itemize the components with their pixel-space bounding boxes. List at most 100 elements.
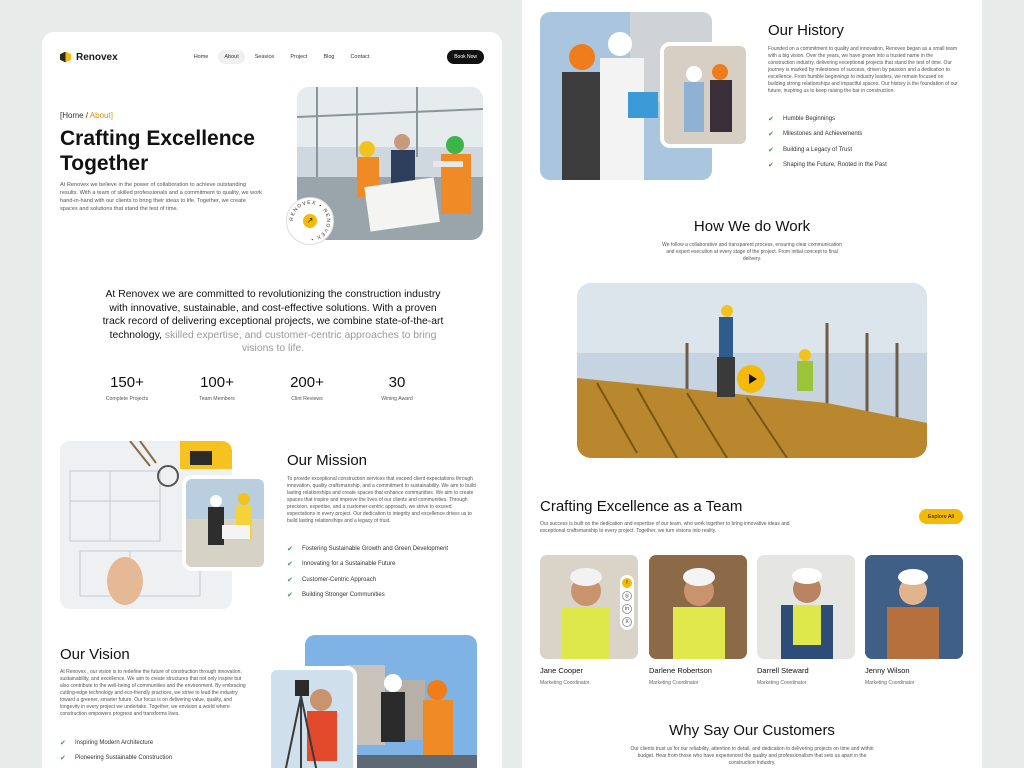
- team-card[interactable]: Darlene Robertson Marketing Coordinator: [649, 555, 747, 686]
- list-item-label: Building Stronger Communities: [302, 592, 385, 599]
- vision-text: At Renovex , our vision is to redefine t…: [60, 669, 246, 717]
- breadcrumb-current: About]: [89, 111, 113, 120]
- nav-service[interactable]: Seavice: [249, 50, 281, 64]
- vision-list: ✔ Inspiring Modern Architecture ✔ Pioneeri…: [60, 735, 172, 766]
- member-name: Jenny Wilson: [865, 666, 910, 675]
- rotating-badge[interactable]: RENOVEX • RENOVEX • ↗: [286, 197, 334, 245]
- member-name: Darrell Steward: [757, 666, 809, 675]
- list-item: ✔ Innovating for a Sustainable Future: [287, 557, 448, 573]
- stat-label: Clint Reviews: [291, 396, 323, 402]
- member-role: Marketing Coordinator: [540, 680, 590, 686]
- check-icon: ✔: [60, 739, 66, 747]
- member-name: Darlene Robertson: [649, 666, 712, 675]
- nav-contact[interactable]: Contact: [344, 50, 375, 64]
- team-card[interactable]: Darrell Steward Marketing Coordinator: [757, 555, 855, 686]
- company-statement: At Renovex we are committed to revolutio…: [97, 288, 449, 356]
- stat-projects: 150+ Complete Projects: [87, 374, 167, 402]
- statement-muted: skilled expertise, and customer-centric …: [162, 329, 437, 355]
- list-item: ✔ Building a Legacy of Trust: [768, 142, 887, 158]
- linkedin-icon[interactable]: in: [622, 604, 632, 614]
- stat-members: 100+ Team Members: [177, 374, 257, 402]
- work-video[interactable]: [577, 283, 927, 458]
- social-links: f ◎ in X: [620, 575, 634, 630]
- stat-awards: 30 Wining Award: [357, 374, 437, 402]
- main-menu: Home About Seavice Project Blog Contact: [188, 50, 376, 64]
- list-item-label: Shaping the Future, Rooted in the Past: [783, 162, 887, 169]
- play-icon: [748, 374, 757, 384]
- check-icon: ✔: [768, 146, 774, 154]
- history-title: Our History: [768, 22, 844, 39]
- check-icon: ✔: [287, 592, 293, 600]
- stat-value: 150+: [110, 374, 144, 391]
- stats-row: 150+ Complete Projects 100+ Team Members 2…: [87, 374, 437, 402]
- member-role: Marketing Coordinator: [649, 680, 699, 686]
- hero-text: At Renovex we believe in the power of co…: [60, 182, 262, 212]
- nav-project[interactable]: Project: [284, 50, 313, 64]
- team-card[interactable]: f ◎ in X Jane Cooper Marketing Coordinat…: [540, 555, 638, 686]
- stat-value: 200+: [290, 374, 324, 391]
- list-item: ✔ Milestones and Achievements: [768, 127, 887, 143]
- stat-reviews: 200+ Clint Reviews: [267, 374, 347, 402]
- list-item-label: Milestones and Achievements: [783, 131, 863, 138]
- facebook-icon[interactable]: f: [622, 578, 632, 588]
- list-item: ✔ Pioneering Sustainable Construction: [60, 751, 172, 767]
- breadcrumb: [Home / About]: [60, 111, 113, 120]
- stat-value: 100+: [200, 374, 234, 391]
- badge-text: RENOVEX • RENOVEX •: [289, 200, 330, 242]
- member-photo: [649, 555, 747, 659]
- about-page-right: Our History Founded on a commitment to q…: [522, 0, 982, 768]
- list-item-label: Pioneering Sustainable Construction: [75, 755, 173, 762]
- list-item: ✔ Fostering Sustainable Growth and Green …: [287, 541, 448, 557]
- nav-blog[interactable]: Blog: [317, 50, 340, 64]
- list-item: ✔ Inspiring Modern Architecture: [60, 735, 172, 751]
- check-icon: ✔: [768, 131, 774, 139]
- list-item-label: Humble Beginnings: [783, 115, 836, 122]
- logo-icon: [60, 51, 71, 63]
- explore-all-button[interactable]: Explore All: [919, 509, 963, 524]
- check-icon: ✔: [768, 115, 774, 123]
- team-text: Our success is built on the dedication a…: [540, 521, 790, 534]
- list-item-label: Building a Legacy of Trust: [783, 146, 853, 153]
- top-nav: Renovex Home About Seavice Project Blog …: [60, 44, 484, 70]
- team-card[interactable]: Jenny Wilson Marketing Coordinator: [865, 555, 963, 686]
- list-item-label: Innovating for a Sustainable Future: [302, 561, 396, 568]
- book-now-button[interactable]: Book Now: [447, 50, 484, 64]
- member-role: Marketing Coordinator: [865, 680, 915, 686]
- nav-home[interactable]: Home: [188, 50, 215, 64]
- stat-label: Wining Award: [381, 396, 413, 402]
- about-page-left: Renovex Home About Seavice Project Blog …: [42, 32, 502, 768]
- instagram-icon[interactable]: ◎: [622, 591, 632, 601]
- list-item: ✔ Shaping the Future, Rooted in the Past: [768, 158, 887, 174]
- list-item-label: Inspiring Modern Architecture: [75, 739, 154, 746]
- x-icon[interactable]: X: [622, 617, 632, 627]
- svg-text:RENOVEX • RENOVEX •: RENOVEX • RENOVEX •: [289, 200, 331, 242]
- badge-ring-text: RENOVEX • RENOVEX •: [289, 200, 331, 242]
- member-photo: [865, 555, 963, 659]
- check-icon: ✔: [60, 755, 66, 763]
- list-item-label: Fostering Sustainable Growth and Green D…: [302, 545, 449, 552]
- nav-about[interactable]: About: [218, 50, 245, 64]
- mission-list: ✔ Fostering Sustainable Growth and Green …: [287, 541, 448, 603]
- stat-label: Complete Projects: [105, 396, 149, 402]
- stat-value: 30: [388, 374, 406, 391]
- customers-text: Our clients trust us for our reliability…: [630, 746, 874, 766]
- list-item-label: Customer-Centric Approach: [302, 576, 377, 583]
- site-workers-photo: [182, 475, 268, 571]
- member-photo: f ◎ in X: [540, 555, 638, 659]
- member-role: Marketing Coordinator: [757, 680, 807, 686]
- list-item: ✔ Customer-Centric Approach: [287, 572, 448, 588]
- check-icon: ✔: [287, 545, 293, 553]
- check-icon: ✔: [768, 162, 774, 170]
- list-item: ✔ Humble Beginnings: [768, 111, 887, 127]
- brand-logo[interactable]: Renovex: [60, 51, 118, 63]
- mission-text: To provide exceptional construction serv…: [287, 476, 476, 524]
- surveyor-photo: [267, 666, 357, 768]
- how-text: We follow a collaborative and transparen…: [662, 242, 842, 262]
- play-button[interactable]: [737, 365, 765, 393]
- check-icon: ✔: [287, 561, 293, 569]
- check-icon: ✔: [287, 576, 293, 584]
- brand-name: Renovex: [76, 51, 118, 63]
- breadcrumb-home[interactable]: [Home: [60, 111, 84, 120]
- member-photo: [757, 555, 855, 659]
- mission-title: Our Mission: [287, 452, 368, 469]
